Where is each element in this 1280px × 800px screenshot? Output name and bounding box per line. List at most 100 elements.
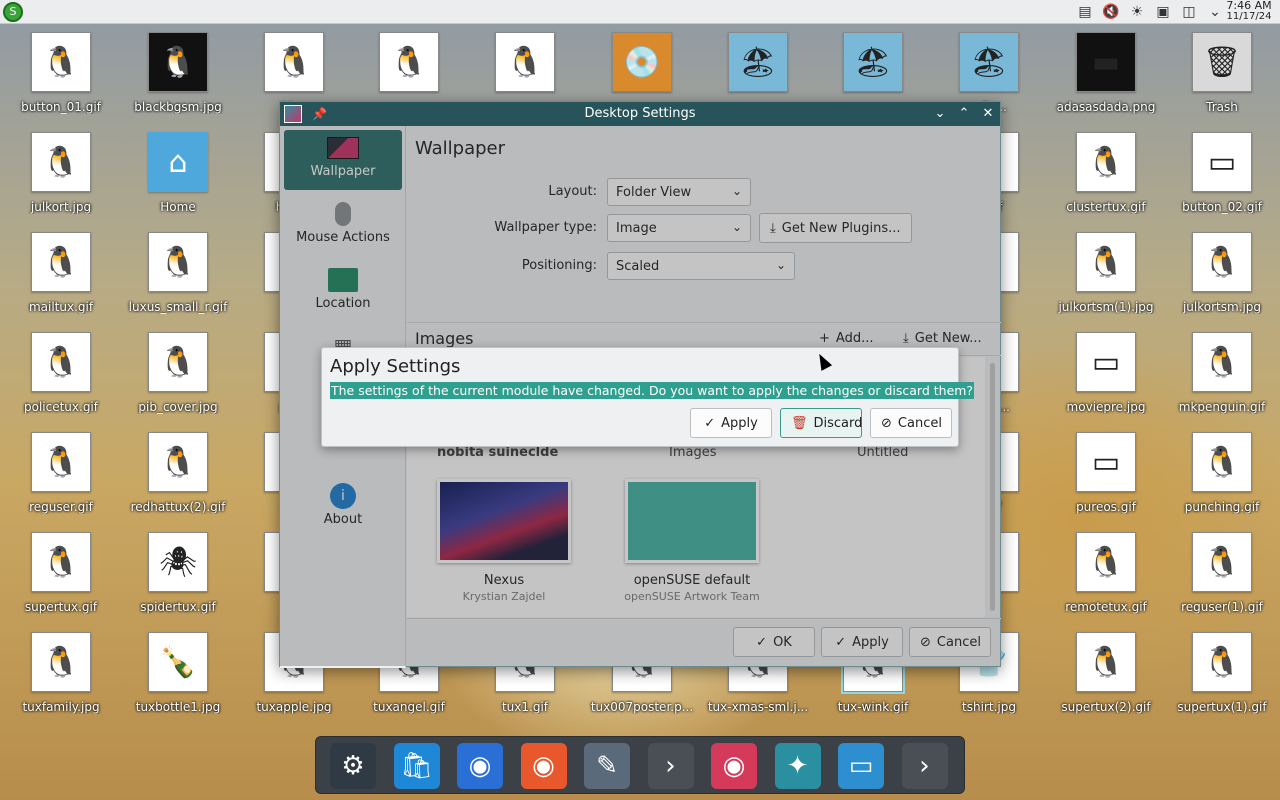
file-thumbnail-icon: 🐧 (148, 232, 208, 292)
kate-app-icon[interactable]: ✦ (774, 743, 821, 789)
desktop-icon-label: tux1.gif (501, 700, 549, 714)
maximize-icon[interactable]: ⌃ (956, 102, 972, 126)
desktop-icon[interactable]: 🐧 mailtux.gif (6, 232, 116, 328)
desktop-icon[interactable]: 🍾 tuxbottle1.jpg (123, 632, 233, 728)
mousepad-app-icon[interactable]: ✎ (584, 743, 630, 789)
desktop-icon[interactable]: ⌂ Home (123, 132, 233, 228)
close-icon[interactable]: ✕ (980, 102, 996, 126)
desktop-icon-label: supertux(1).gif (1177, 700, 1267, 714)
desktop-icon[interactable]: 🐧 button_01.gif (6, 32, 116, 128)
desktop-icon[interactable]: 🐧 policetux.gif (6, 332, 116, 428)
brightness-icon[interactable]: ☀ (1128, 3, 1146, 21)
desktop-icon[interactable]: ▭ button_02.gif (1167, 132, 1277, 228)
desktop-icon[interactable]: 🕷 spidertux.gif (123, 532, 233, 628)
desktop-icon[interactable]: ▭ moviepre.jpg (1051, 332, 1161, 428)
desktop-icon[interactable]: 🐧 mkpenguin.gif (1167, 332, 1277, 428)
cancel-icon: ⊘ (881, 416, 892, 431)
file-thumbnail-icon: 🐧 (148, 32, 208, 92)
file-thumbnail-icon: 🏖 (843, 32, 903, 92)
dialog-apply-button[interactable]: ✓ Apply (690, 408, 772, 438)
check-icon: ✓ (704, 416, 716, 431)
pin-icon[interactable]: 📌 (312, 102, 327, 126)
file-thumbnail-icon: 💿 (612, 32, 672, 92)
desktop-icon[interactable]: 🐧 punching.gif (1167, 432, 1277, 528)
file-thumbnail-icon: ▭ (1076, 432, 1136, 492)
settings-app-icon[interactable]: ⚙ (330, 743, 376, 789)
desktop-icon-label: supertux.gif (24, 600, 98, 614)
file-thumbnail-icon: 🐧 (1076, 232, 1136, 292)
file-thumbnail-icon: 🐧 (31, 32, 91, 92)
file-thumbnail-icon: 🐧 (31, 232, 91, 292)
firefox-app-icon[interactable]: ◉ (520, 743, 567, 789)
desktop-icon[interactable]: 🗑 Trash (1167, 32, 1277, 128)
desktop-icon-label: adasasdada.png (1056, 100, 1156, 114)
chevron-right-icon[interactable]: › (901, 743, 948, 789)
desktop-icon-label: spidertux.gif (140, 600, 216, 614)
clock-date: 11/17/24 (1226, 11, 1272, 22)
firefox-nightly-app-icon[interactable]: ◉ (711, 743, 757, 789)
file-thumbnail-icon: 🐧 (31, 432, 91, 492)
file-thumbnail-icon: 🐧 (1192, 432, 1252, 492)
desktop-icon[interactable]: 🐧 julkortsm(1).jpg (1051, 232, 1161, 328)
trash-icon: 🗑 (791, 416, 808, 431)
desktop-icon-label: redhattux(2).gif (130, 500, 226, 514)
desktop-icon[interactable]: ▬ adasasdada.png (1051, 32, 1161, 128)
save-icon[interactable]: ▣ (1154, 3, 1172, 21)
desktop-icon-label: moviepre.jpg (1066, 400, 1146, 414)
desktop-icon-label: tux-xmas-sml.j... (707, 700, 809, 714)
desktop-icon-label: reguser(1).gif (1181, 600, 1263, 614)
desktop-icon[interactable]: 🐧 tuxfamily.jpg (6, 632, 116, 728)
desktop-icon[interactable]: 🐧 supertux(2).gif (1051, 632, 1161, 728)
file-thumbnail-icon: 🐧 (1192, 332, 1252, 392)
desktop-icon-label: julkortsm.jpg (1182, 300, 1262, 314)
clipboard-icon[interactable]: ▤ (1076, 3, 1094, 21)
desktop-icon[interactable]: 🐧 reguser.gif (6, 432, 116, 528)
file-thumbnail-icon: 🗑 (1192, 32, 1252, 92)
desktop-icon[interactable]: 🐧 julkort.jpg (6, 132, 116, 228)
file-thumbnail-icon: 🐧 (1076, 132, 1136, 192)
discover-app-icon[interactable]: 🛍 (393, 743, 440, 789)
file-thumbnail-icon: 🏖 (728, 32, 788, 92)
file-thumbnail-icon: 🐧 (379, 32, 439, 92)
desktop-icon-label: julkort.jpg (30, 200, 92, 214)
desktop-icon-label: tshirt.jpg (962, 700, 1016, 714)
desktop-icon-label: clustertux.gif (1066, 200, 1146, 214)
file-thumbnail-icon: 🏖 (959, 32, 1019, 92)
file-thumbnail-icon: 🍾 (148, 632, 208, 692)
desktop-icon-label: pureos.gif (1076, 500, 1136, 514)
desktop-icon-label: tuxbottle1.jpg (135, 700, 221, 714)
desktop-icon[interactable]: 🐧 luxus_small_r.gif (123, 232, 233, 328)
network-icon[interactable]: ◫ (1180, 3, 1198, 21)
file-thumbnail-icon: 🐧 (1192, 532, 1252, 592)
desktop-icon[interactable]: 🐧 julkortsm.jpg (1167, 232, 1277, 328)
desktop-icon[interactable]: 🐧 remotetux.gif (1051, 532, 1161, 628)
clock[interactable]: 7:46 AM 11/17/24 (1224, 0, 1274, 22)
desktop-icon[interactable]: 🐧 pib_cover.jpg (123, 332, 233, 428)
file-thumbnail-icon: 🐧 (31, 532, 91, 592)
dialog-cancel-button[interactable]: ⊘ Cancel (870, 408, 952, 438)
desktop-icon[interactable]: 🐧 supertux(1).gif (1167, 632, 1277, 728)
file-thumbnail-icon: 🐧 (1076, 532, 1136, 592)
desktop-icon[interactable]: 🐧 supertux.gif (6, 532, 116, 628)
desktop-icon[interactable]: 🐧 reguser(1).gif (1167, 532, 1277, 628)
file-thumbnail-icon: ▭ (1192, 132, 1252, 192)
volume-muted-icon[interactable]: 🔇 (1102, 3, 1120, 21)
firefox-dev-app-icon[interactable]: ◉ (457, 743, 503, 789)
desktop-icon[interactable]: ▭ pureos.gif (1051, 432, 1161, 528)
opensuse-logo-icon[interactable]: S (3, 2, 23, 22)
window-title: Desktop Settings (584, 106, 696, 121)
desktop-icon[interactable]: 🐧 clustertux.gif (1051, 132, 1161, 228)
desktop-icon[interactable]: 🐧 blackbgsm.jpg (123, 32, 233, 128)
window-titlebar[interactable]: 📌 Desktop Settings ⌄ ⌃ ✕ (280, 102, 1000, 126)
dialog-discard-button[interactable]: 🗑 Discard (780, 408, 862, 438)
desktop-icon-label: button_02.gif (1182, 200, 1262, 214)
desktop-icon-label: tuxfamily.jpg (22, 700, 100, 714)
chevron-down-icon[interactable]: ⌄ (1206, 3, 1224, 21)
chevron-right-icon[interactable]: › (647, 743, 694, 789)
top-panel: S ▤ 🔇 ☀ ▣ ◫ ⌄ 7:46 AM 11/17/24 (0, 0, 1280, 24)
minimize-icon[interactable]: ⌄ (932, 102, 948, 126)
desktop-icon-label: punching.gif (1184, 500, 1260, 514)
file-manager-app-icon[interactable]: ▭ (838, 743, 884, 789)
desktop-icon[interactable]: 🐧 redhattux(2).gif (123, 432, 233, 528)
file-thumbnail-icon: 🐧 (264, 32, 324, 92)
